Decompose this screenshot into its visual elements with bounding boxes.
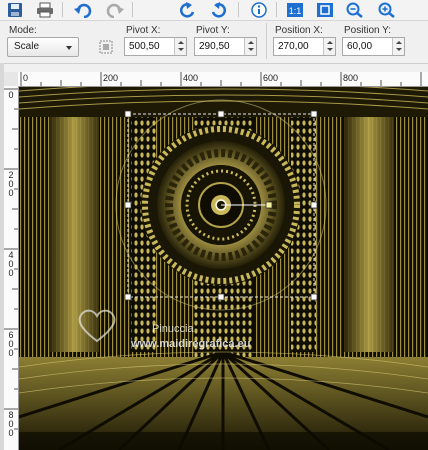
save-icon[interactable] — [4, 1, 26, 18]
pivot-y-value: 290,50 — [199, 41, 230, 52]
position-y-label: Position Y: — [344, 25, 392, 36]
pivot-y-field[interactable]: 290,50 — [194, 37, 257, 56]
ruler-label: 400 — [183, 73, 199, 83]
pivot-lock-icon[interactable] — [98, 39, 114, 55]
horizontal-ruler[interactable]: 0 200 400 600 800 — [18, 72, 428, 87]
pivot-x-field[interactable]: 500,50 — [124, 37, 187, 56]
position-y-value: 60,00 — [347, 41, 373, 52]
mode-value: Scale — [14, 41, 40, 52]
rotate-left-icon[interactable] — [176, 1, 198, 18]
position-x-value: 270,00 — [278, 41, 309, 52]
position-y-field[interactable]: 60,00 — [342, 37, 405, 56]
ruler-corner — [4, 72, 19, 87]
watermark-url: www.maidiregrafica.eu — [131, 338, 251, 350]
position-y-spinner[interactable] — [392, 38, 404, 55]
chevron-down-icon — [66, 46, 72, 50]
vertical-ruler[interactable]: 0 200 400 600 800 — [4, 86, 19, 450]
pivot-y-spinner[interactable] — [244, 38, 256, 55]
zoom-in-icon[interactable] — [376, 1, 398, 18]
pivot-x-label: Pivot X: — [126, 25, 161, 36]
position-x-spinner[interactable] — [323, 38, 335, 55]
svg-text:1:1: 1:1 — [289, 6, 302, 16]
actual-size-icon[interactable]: 1:1 — [284, 1, 306, 18]
redo-icon[interactable] — [104, 1, 126, 18]
position-x-field[interactable]: 270,00 — [273, 37, 336, 56]
main-toolbar: 1:1 — [0, 0, 428, 21]
image-canvas[interactable]: Pinuccia www.maidiregrafica.eu — [19, 87, 428, 450]
ruler-label: 800 — [343, 73, 359, 83]
watermark-name: Pinuccia — [152, 323, 194, 335]
pivot-x-value: 500,50 — [129, 41, 160, 52]
position-x-label: Position X: — [275, 25, 323, 36]
undo-icon[interactable] — [72, 1, 94, 18]
ruler-label: 200 — [103, 73, 119, 83]
ruler-label: 600 — [8, 330, 14, 358]
fit-window-icon[interactable] — [314, 1, 336, 18]
watermark-heart-icon — [77, 307, 117, 343]
ruler-label: 0 — [23, 73, 29, 83]
mode-dropdown[interactable]: Scale — [7, 37, 79, 57]
ruler-label: 200 — [8, 170, 14, 198]
mode-label: Mode: — [9, 25, 37, 36]
info-icon[interactable] — [248, 1, 270, 18]
ruler-label: 800 — [8, 410, 14, 438]
ruler-label: 400 — [8, 250, 14, 278]
pivot-x-spinner[interactable] — [174, 38, 186, 55]
zoom-out-icon[interactable] — [344, 1, 366, 18]
rotate-right-icon[interactable] — [208, 1, 230, 18]
ruler-label: 600 — [263, 73, 279, 83]
tool-options-bar: Mode: Scale Pivot X: 500,50 Pivot Y: 290… — [0, 21, 428, 64]
print-icon[interactable] — [34, 1, 56, 18]
ruler-label: 0 — [8, 90, 14, 100]
pivot-y-label: Pivot Y: — [196, 25, 230, 36]
